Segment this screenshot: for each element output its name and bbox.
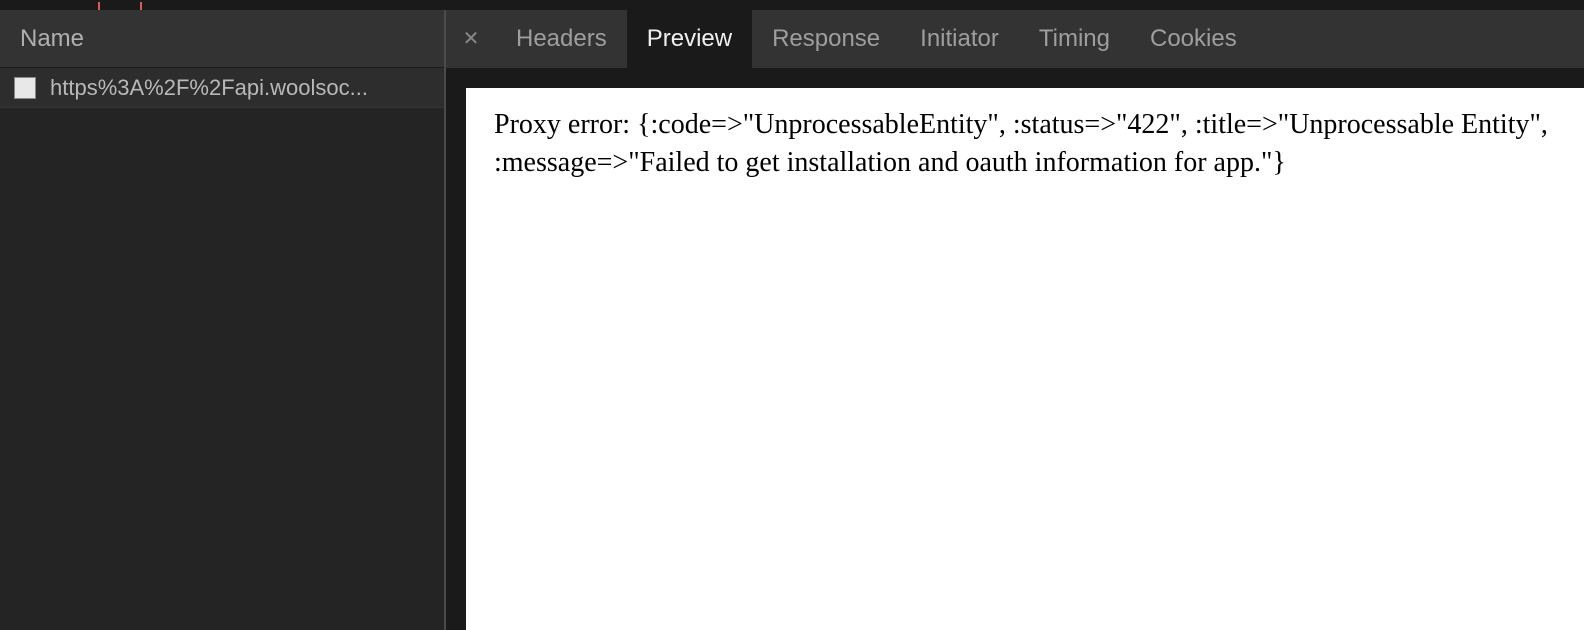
network-panel: Name https%3A%2F%2Fapi.woolsoc... ✕ Head… [0, 10, 1584, 630]
request-list-pane: Name https%3A%2F%2Fapi.woolsoc... [0, 10, 446, 630]
tab-timing[interactable]: Timing [1019, 10, 1130, 68]
timing-mark [98, 2, 100, 10]
tab-response[interactable]: Response [752, 10, 900, 68]
tab-cookies[interactable]: Cookies [1130, 10, 1257, 68]
close-detail-button[interactable]: ✕ [446, 10, 496, 68]
request-row[interactable]: https%3A%2F%2Fapi.woolsoc... [0, 68, 444, 108]
column-header-name: Name [20, 25, 84, 53]
tab-label: Headers [516, 25, 607, 53]
request-detail-pane: ✕ Headers Preview Response Initiator Tim… [446, 10, 1584, 630]
timing-mark [140, 2, 142, 10]
request-list: https%3A%2F%2Fapi.woolsoc... [0, 68, 444, 630]
request-url: https%3A%2F%2Fapi.woolsoc... [50, 75, 368, 101]
tab-label: Initiator [920, 25, 999, 53]
timeline-strip [0, 0, 1584, 10]
tab-headers[interactable]: Headers [496, 10, 627, 68]
tab-label: Timing [1039, 25, 1110, 53]
preview-content[interactable]: Proxy error: {:code=>"UnprocessableEntit… [466, 88, 1584, 630]
tab-label: Cookies [1150, 25, 1237, 53]
close-icon: ✕ [463, 29, 480, 49]
tab-label: Response [772, 25, 880, 53]
preview-wrapper: Proxy error: {:code=>"UnprocessableEntit… [446, 68, 1584, 630]
tab-preview[interactable]: Preview [627, 10, 752, 68]
tab-initiator[interactable]: Initiator [900, 10, 1019, 68]
request-list-header[interactable]: Name [0, 10, 444, 68]
tab-label: Preview [647, 25, 732, 53]
detail-tab-bar: ✕ Headers Preview Response Initiator Tim… [446, 10, 1584, 68]
document-icon [14, 77, 36, 99]
